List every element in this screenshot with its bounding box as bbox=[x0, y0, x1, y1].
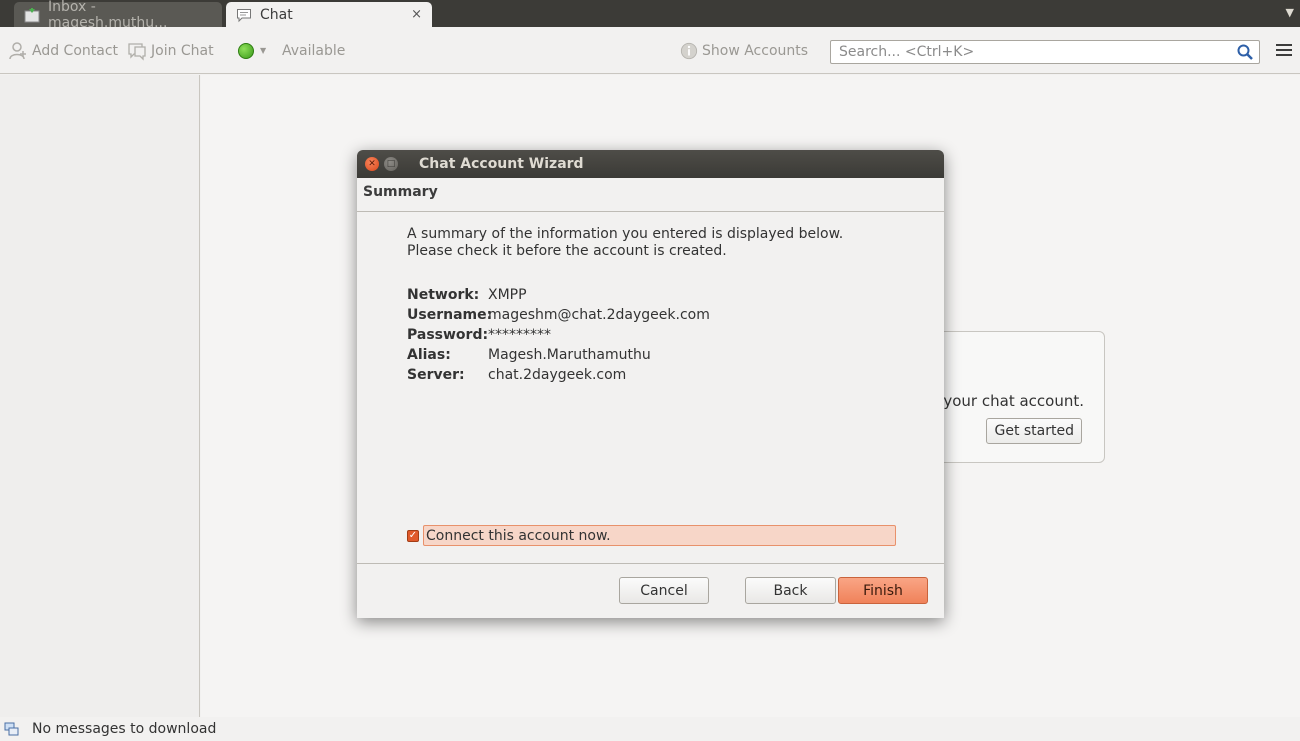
field-value: ********* bbox=[488, 327, 551, 343]
get-started-text: your chat account. bbox=[943, 392, 1084, 410]
tab-inbox[interactable]: Inbox - magesh.muthu... bbox=[14, 0, 222, 31]
dialog-title: Chat Account Wizard bbox=[419, 156, 584, 172]
tab-bar: Inbox - magesh.muthu... Chat × ▼ bbox=[0, 0, 1300, 31]
field-label: Password: bbox=[407, 327, 489, 343]
join-chat-icon bbox=[128, 42, 146, 61]
connect-now-label[interactable]: Connect this account now. bbox=[423, 525, 896, 546]
network-status-icon bbox=[4, 722, 19, 736]
app-menu-hamburger-icon[interactable] bbox=[1276, 44, 1292, 58]
search-icon[interactable] bbox=[1237, 44, 1253, 60]
tab-chat[interactable]: Chat × bbox=[226, 2, 432, 27]
tab-list-chevron-down-icon[interactable]: ▼ bbox=[1286, 6, 1294, 19]
field-value: Magesh.Maruthamuthu bbox=[488, 347, 651, 363]
field-label: Username: bbox=[407, 307, 493, 323]
status-text-field[interactable]: Available bbox=[282, 27, 345, 74]
tab-label: Inbox - magesh.muthu... bbox=[48, 0, 168, 31]
dialog-titlebar[interactable]: ✕ □ Chat Account Wizard bbox=[357, 150, 944, 178]
summary-description: A summary of the information you entered… bbox=[407, 226, 844, 259]
status-selector[interactable]: ▼ bbox=[238, 27, 266, 74]
field-server: Server: chat.2daygeek.com bbox=[407, 365, 710, 385]
summary-fields: Network: XMPP Username: mageshm@chat.2da… bbox=[407, 285, 710, 385]
chat-icon bbox=[237, 8, 251, 22]
inbox-icon bbox=[24, 7, 40, 22]
field-value: XMPP bbox=[488, 287, 527, 303]
search-input[interactable] bbox=[837, 43, 1237, 61]
info-icon bbox=[680, 42, 698, 59]
field-value: chat.2daygeek.com bbox=[488, 367, 627, 383]
chat-toolbar: Add Contact Join Chat ▼ Available Show A… bbox=[0, 27, 1300, 74]
close-window-icon[interactable]: ✕ bbox=[365, 157, 379, 171]
add-contact-button[interactable]: Add Contact bbox=[8, 27, 118, 74]
field-value: mageshm@chat.2daygeek.com bbox=[488, 307, 710, 323]
status-online-icon bbox=[238, 42, 254, 59]
search-box bbox=[830, 40, 1260, 64]
field-label: Network: bbox=[407, 287, 480, 303]
tab-label: Chat bbox=[260, 6, 293, 23]
contacts-sidebar bbox=[0, 75, 200, 717]
chevron-down-icon: ▼ bbox=[260, 46, 267, 55]
close-icon[interactable]: × bbox=[411, 7, 422, 22]
wizard-section-header: Summary bbox=[357, 178, 944, 212]
maximize-window-icon[interactable]: □ bbox=[384, 157, 398, 171]
wizard-body: A summary of the information you entered… bbox=[357, 212, 944, 564]
field-username: Username: mageshm@chat.2daygeek.com bbox=[407, 305, 710, 325]
show-accounts-label: Show Accounts bbox=[702, 42, 809, 59]
status-bar: No messages to download bbox=[0, 717, 1300, 741]
get-started-button[interactable]: Get started bbox=[986, 418, 1082, 444]
connect-now-option[interactable]: ✓ Connect this account now. bbox=[407, 525, 896, 546]
field-label: Server: bbox=[407, 367, 465, 383]
field-password: Password: ********* bbox=[407, 325, 710, 345]
field-alias: Alias: Magesh.Maruthamuthu bbox=[407, 345, 710, 365]
status-message: No messages to download bbox=[32, 721, 217, 737]
show-accounts-button[interactable]: Show Accounts bbox=[680, 27, 808, 74]
cancel-button[interactable]: Cancel bbox=[619, 577, 709, 604]
wizard-footer: Cancel Back Finish bbox=[357, 564, 944, 618]
join-chat-button[interactable]: Join Chat bbox=[127, 27, 214, 74]
join-chat-label: Join Chat bbox=[151, 42, 214, 59]
chat-account-wizard-dialog: ✕ □ Chat Account Wizard Summary A summar… bbox=[357, 150, 944, 618]
field-network: Network: XMPP bbox=[407, 285, 710, 305]
add-contact-icon bbox=[9, 41, 26, 59]
status-label: Available bbox=[282, 42, 346, 59]
back-button[interactable]: Back bbox=[745, 577, 836, 604]
connect-now-checkbox[interactable]: ✓ bbox=[407, 529, 419, 542]
field-label: Alias: bbox=[407, 347, 451, 363]
add-contact-label: Add Contact bbox=[32, 42, 119, 59]
finish-button[interactable]: Finish bbox=[838, 577, 928, 604]
